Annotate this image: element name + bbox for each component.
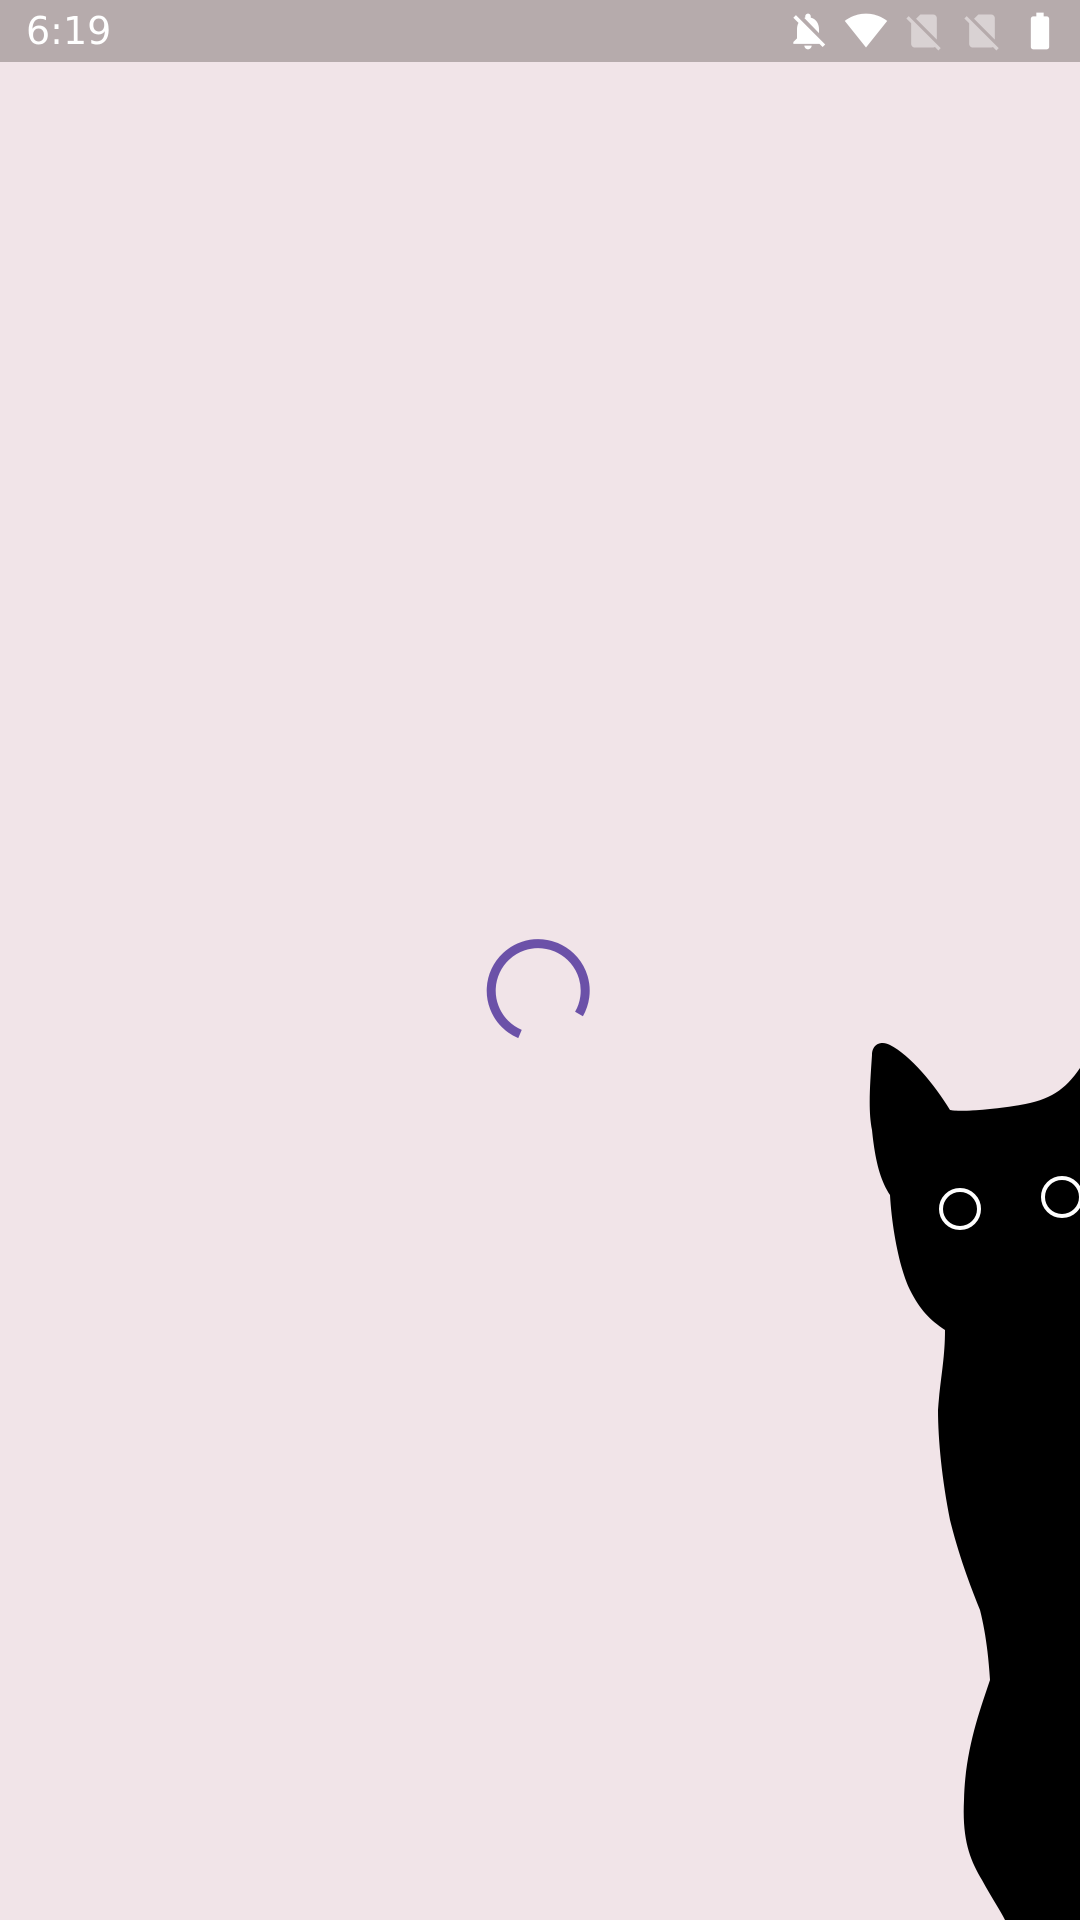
battery-icon xyxy=(1018,9,1062,53)
black-cat-icon xyxy=(860,1020,1080,1920)
status-bar: 6:19 xyxy=(0,0,1080,62)
no-sim-icon xyxy=(902,9,946,53)
status-icons xyxy=(786,0,1062,62)
app-screen: 6:19 xyxy=(0,0,1080,1920)
progress-spinner-icon xyxy=(486,937,594,1045)
notifications-off-icon xyxy=(786,9,830,53)
status-time: 6:19 xyxy=(26,9,112,53)
wifi-icon xyxy=(844,9,888,53)
no-sim-icon xyxy=(960,9,1004,53)
